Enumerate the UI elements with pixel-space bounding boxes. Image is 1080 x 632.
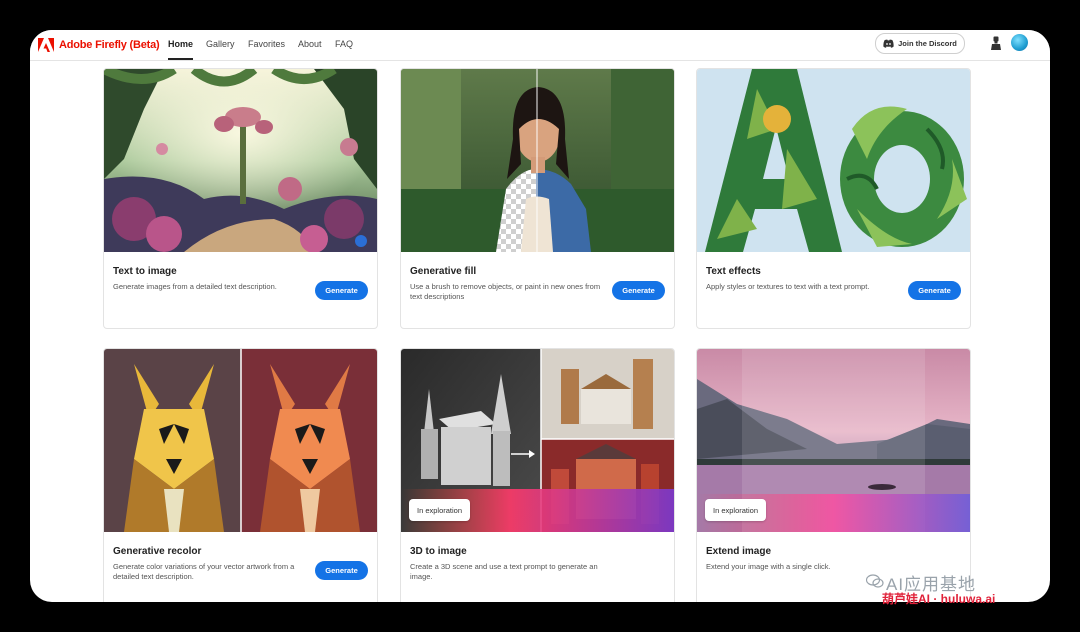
card-description: Generate color variations of your vector… [113,562,295,581]
nav-gallery[interactable]: Gallery [206,39,235,49]
user-icon[interactable] [990,36,1002,50]
card-3d-to-image[interactable]: In exploration 3D to image Create a 3D s… [400,348,675,602]
card-generative-fill[interactable]: Generative fill Use a brush to remove ob… [400,68,675,329]
card-title: Text to image [113,266,177,277]
watermark-site: 葫芦娃AI · huluwa.ai [882,592,996,606]
adobe-logo-icon [38,38,54,52]
generate-button[interactable]: Generate [908,281,961,300]
top-nav: Adobe Firefly (Beta) Home Gallery Favori… [30,30,1050,61]
card-title: Text effects [706,266,761,277]
card-extend-image[interactable]: In exploration Extend image Extend your … [696,348,971,602]
card-text-to-image[interactable]: Text to image Generate images from a det… [103,68,378,329]
generate-button[interactable]: Generate [315,561,368,580]
wechat-icon [866,574,884,588]
card-text-effects[interactable]: Text effects Apply styles or textures to… [696,68,971,329]
join-discord-button[interactable]: Join the Discord [875,33,965,54]
in-exploration-badge: In exploration [409,499,471,521]
generative-fill-thumbnail [401,69,674,252]
card-title: Extend image [706,546,772,557]
generate-button[interactable]: Generate [315,281,368,300]
nav-favorites[interactable]: Favorites [248,39,285,49]
brand[interactable]: Adobe Firefly (Beta) [38,36,160,54]
text-to-image-thumbnail [104,69,377,252]
text-effects-thumbnail [697,69,970,252]
watermark: AI应用基地 葫芦娃AI · huluwa.ai [866,570,1052,606]
card-title: Generative recolor [113,546,202,557]
browser-frame: Adobe Firefly (Beta) Home Gallery Favori… [30,30,1050,602]
card-description: Apply styles or textures to text with a … [706,282,870,291]
discord-icon [883,39,894,48]
discord-label: Join the Discord [898,39,957,48]
brand-name: Adobe Firefly (Beta) [59,39,160,51]
nav-faq[interactable]: FAQ [335,39,353,49]
card-description: Create a 3D scene and use a text prompt … [410,562,598,581]
active-tab-indicator [168,58,193,60]
in-exploration-badge: In exploration [705,499,767,521]
avatar-icon[interactable] [1011,34,1028,51]
card-title: 3D to image [410,546,467,557]
generate-button[interactable]: Generate [612,281,665,300]
nav-home[interactable]: Home [168,39,193,49]
card-description: Generate images from a detailed text des… [113,282,277,291]
card-generative-recolor[interactable]: Generative recolor Generate color variat… [103,348,378,602]
generative-recolor-thumbnail [104,349,377,532]
card-title: Generative fill [410,266,477,277]
card-description: Use a brush to remove objects, or paint … [410,282,601,301]
nav-about[interactable]: About [298,39,322,49]
